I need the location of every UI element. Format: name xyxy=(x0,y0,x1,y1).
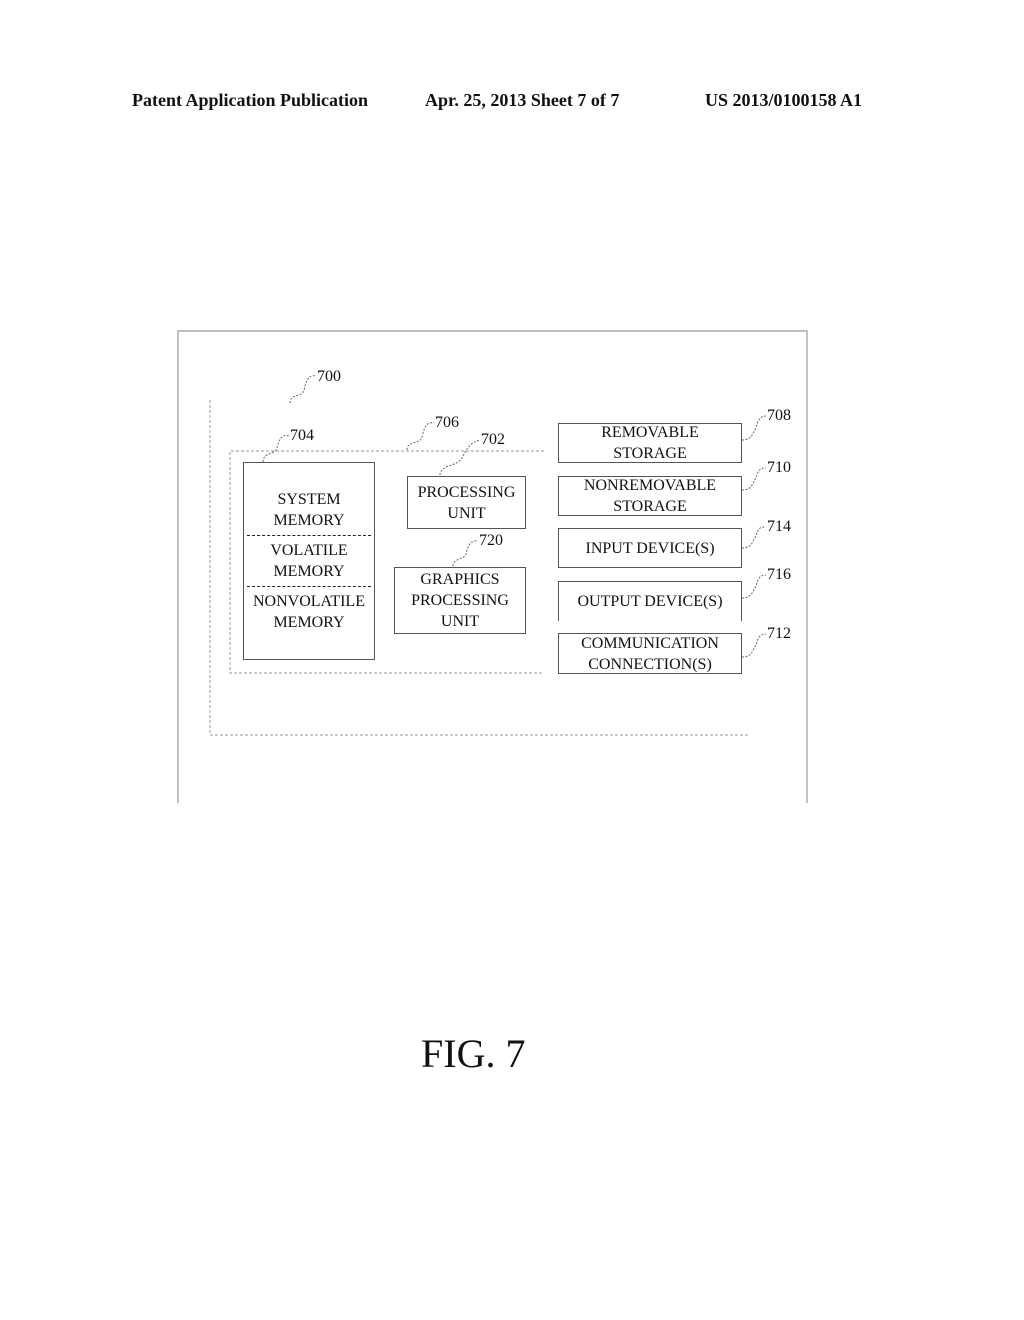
processing-unit-label-2: UNIT xyxy=(447,504,486,522)
leader-704 xyxy=(262,435,290,463)
ref-700: 700 xyxy=(317,368,341,385)
memory-divider xyxy=(247,535,371,536)
ref-710: 710 xyxy=(767,459,791,476)
nonremovable-storage-box: NONREMOVABLE STORAGE xyxy=(558,476,742,516)
leader-716 xyxy=(741,574,767,599)
nonvolatile-memory-label-2: MEMORY xyxy=(273,614,345,631)
gpu-label-1: GRAPHICS xyxy=(420,571,500,588)
output-devices-box: OUTPUT DEVICE(S) xyxy=(558,581,742,621)
nonvolatile-memory-label-1: NONVOLATILE xyxy=(253,593,365,610)
ref-720: 720 xyxy=(479,532,503,549)
memory-divider xyxy=(247,586,371,587)
removable-storage-label-1: REMOVABLE xyxy=(601,424,699,441)
gpu-label-2: PROCESSING xyxy=(411,592,509,609)
ref-716: 716 xyxy=(767,566,791,583)
ref-708: 708 xyxy=(767,407,791,424)
processing-unit-box: PROCESSING UNIT xyxy=(407,476,526,529)
graphics-processing-unit-box: GRAPHICS PROCESSING UNIT xyxy=(394,567,526,634)
volatile-memory-label-2: MEMORY xyxy=(273,563,345,580)
input-devices-label: INPUT DEVICE(S) xyxy=(585,539,715,557)
communication-connections-box: COMMUNICATION CONNECTION(S) xyxy=(558,633,742,674)
leader-710 xyxy=(741,467,767,491)
system-memory-box: SYSTEM MEMORY VOLATILE MEMORY NONVOLATIL… xyxy=(243,462,375,660)
ref-714: 714 xyxy=(767,518,791,535)
ref-702: 702 xyxy=(481,431,505,448)
leader-714 xyxy=(741,526,767,549)
processing-unit-label-1: PROCESSING xyxy=(417,483,516,501)
input-devices-box: INPUT DEVICE(S) xyxy=(558,528,742,568)
leader-708 xyxy=(741,415,767,441)
figure-label: FIG. 7 xyxy=(421,1031,526,1076)
leader-700 xyxy=(289,375,317,404)
ref-706: 706 xyxy=(435,414,459,431)
leader-702 xyxy=(439,439,481,476)
removable-storage-label-2: STORAGE xyxy=(613,445,687,462)
nonremovable-storage-label-1: NONREMOVABLE xyxy=(583,477,717,494)
gpu-label-3: UNIT xyxy=(440,613,480,630)
leader-706 xyxy=(406,422,435,451)
communication-label-1: COMMUNICATION xyxy=(581,634,719,652)
ref-712: 712 xyxy=(767,625,791,642)
communication-label-2: CONNECTION(S) xyxy=(588,655,712,673)
volatile-memory-label-1: VOLATILE xyxy=(270,542,348,559)
output-devices-label: OUTPUT DEVICE(S) xyxy=(577,593,723,610)
removable-storage-box: REMOVABLE STORAGE xyxy=(558,423,742,463)
ref-704: 704 xyxy=(290,427,314,444)
nonremovable-storage-label-2: STORAGE xyxy=(613,498,687,515)
leader-712 xyxy=(741,633,767,658)
system-memory-label-2: MEMORY xyxy=(273,512,345,529)
diagram-lines xyxy=(177,330,808,803)
leader-720 xyxy=(452,540,479,567)
system-memory-label-1: SYSTEM xyxy=(277,491,341,508)
